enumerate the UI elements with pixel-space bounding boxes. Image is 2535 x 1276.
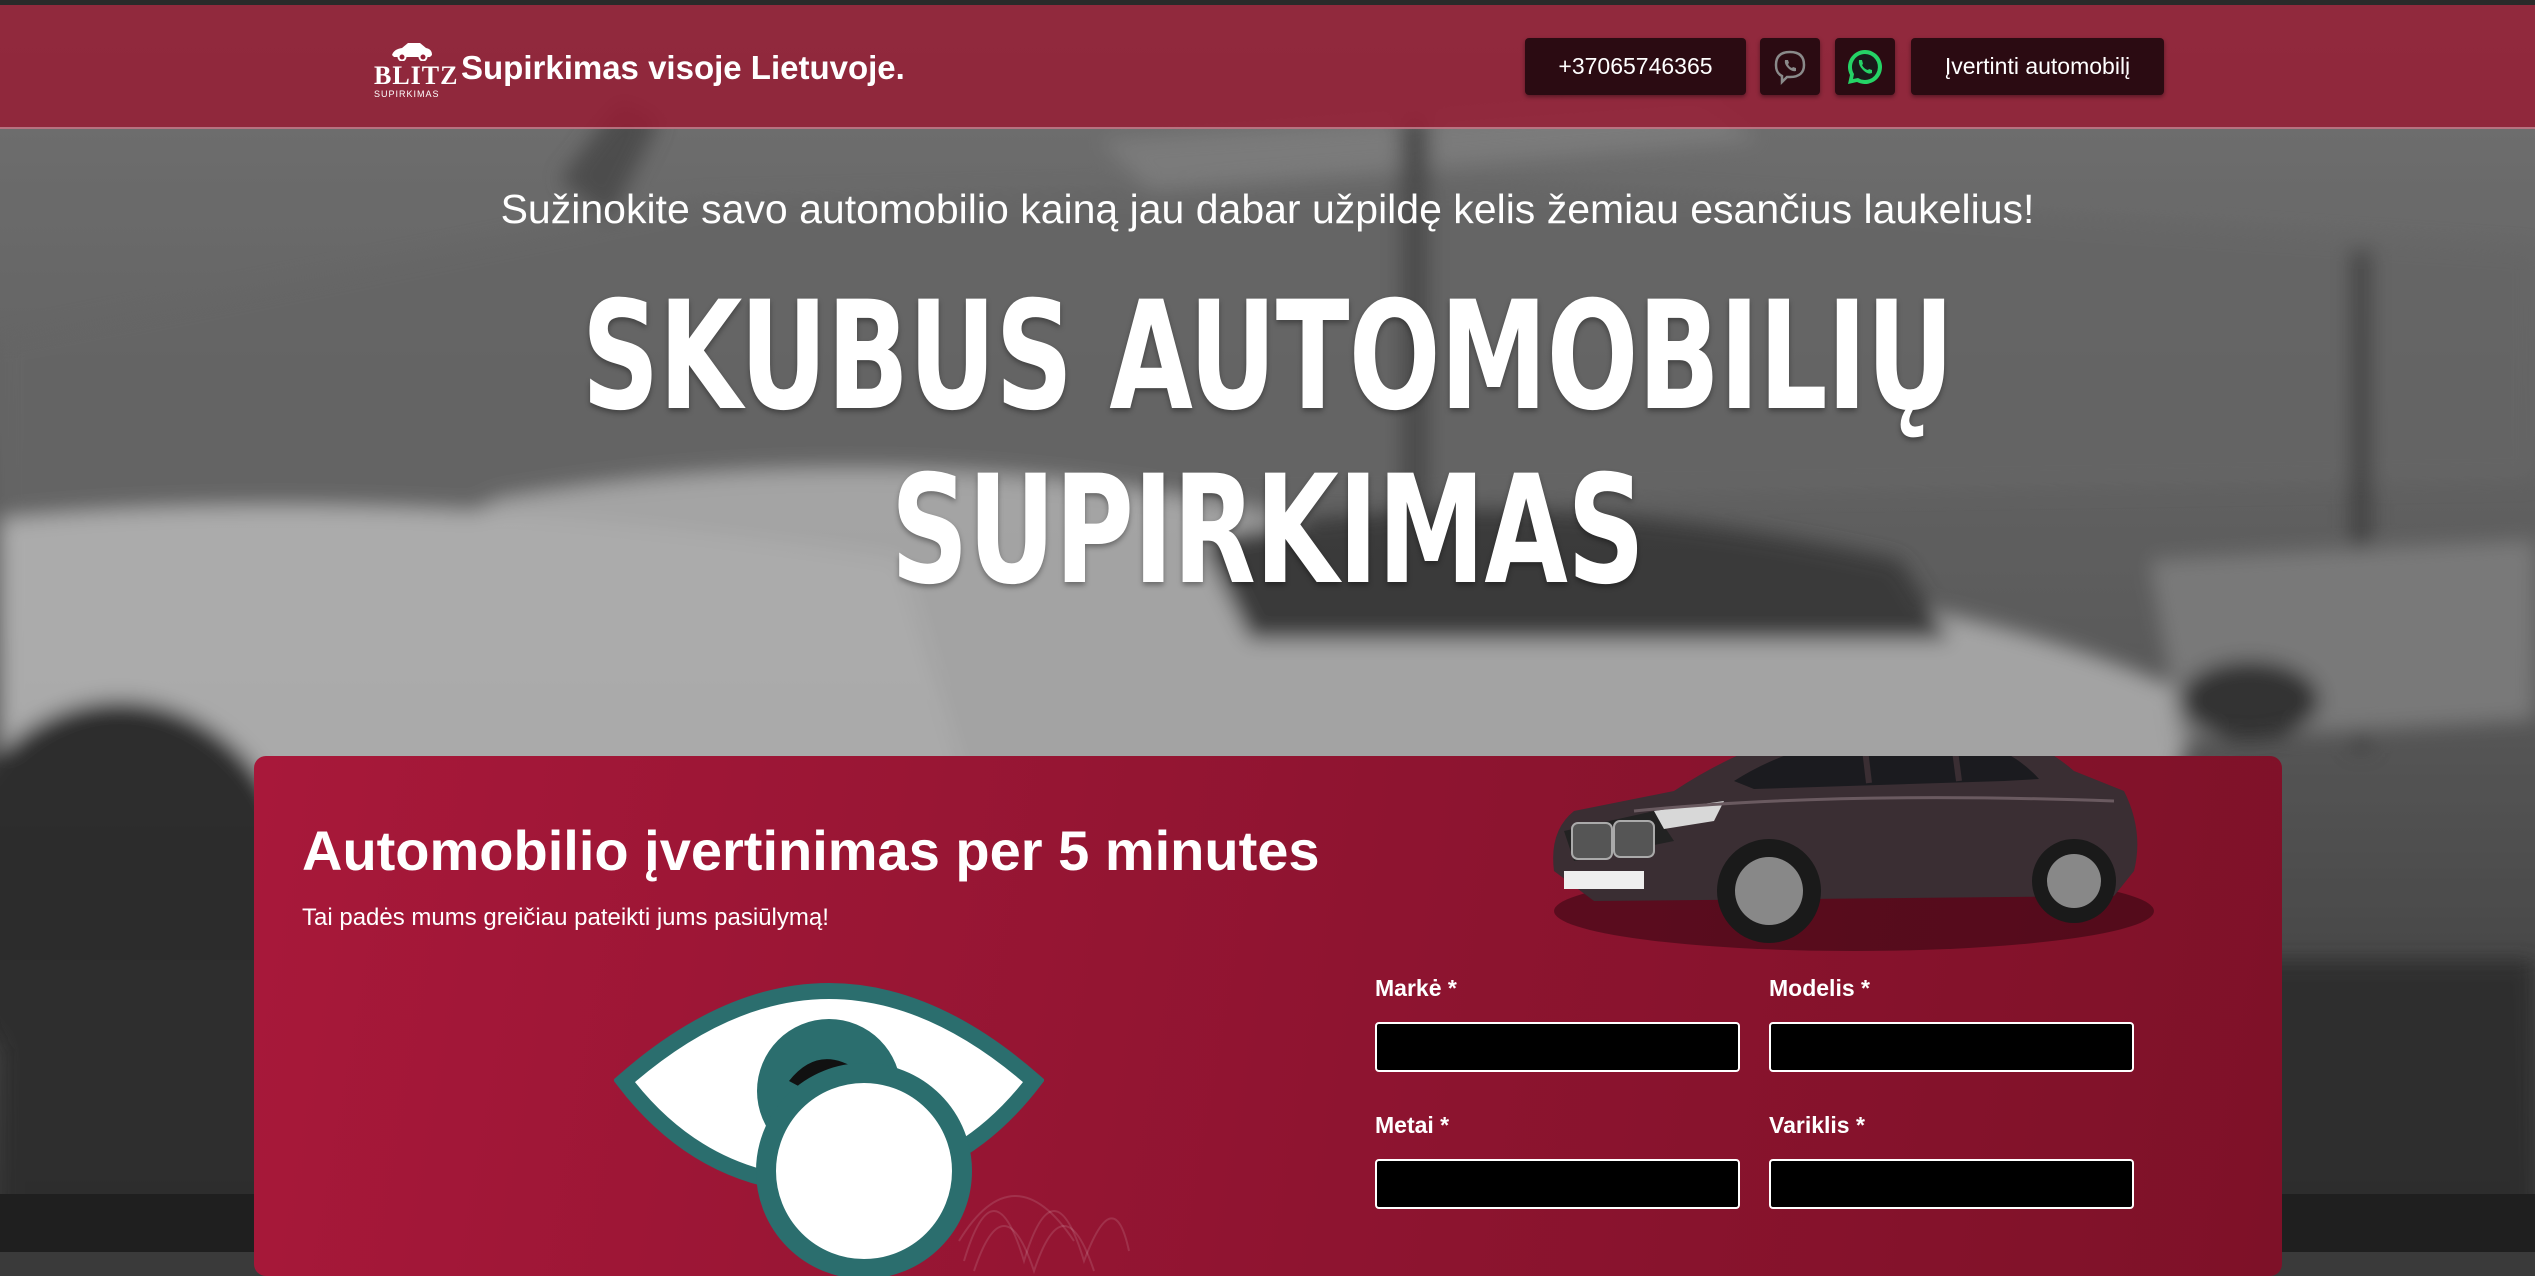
field-label-year: Metai * [1375, 1112, 1450, 1138]
header-tagline: Supirkimas visoje Lietuvoje. [461, 49, 905, 86]
evaluate-car-button[interactable]: Įvertinti automobilį [1911, 38, 2164, 95]
whatsapp-button[interactable] [1835, 38, 1895, 95]
site-logo[interactable]: BLITZ SUPIRKIMAS [372, 39, 458, 99]
year-input[interactable] [1375, 1159, 1740, 1209]
phone-button[interactable]: +37065746365 [1525, 38, 1746, 95]
viber-icon [1774, 50, 1806, 85]
engine-input[interactable] [1769, 1159, 2134, 1209]
model-input[interactable] [1769, 1022, 2134, 1072]
car-image [1553, 756, 2154, 951]
make-input[interactable] [1375, 1022, 1740, 1072]
evaluation-form-card: Automobilio įvertinimas per 5 minutes Ta… [254, 756, 2282, 1276]
site-header: BLITZ SUPIRKIMAS Supirkimas visoje Lietu… [0, 5, 2535, 129]
logo-brand-text: BLITZ [374, 61, 459, 90]
hero-title: SKUBUS AUTOMOBILIŲ SUPIRKIMAS [581, 270, 1954, 618]
field-label-model: Modelis * [1769, 975, 1870, 1001]
logo-car-icon [392, 43, 432, 61]
whatsapp-icon [1848, 49, 1882, 84]
field-label-make: Markė * [1375, 975, 1457, 1001]
viber-button[interactable] [1760, 38, 1820, 95]
form-title: Automobilio įvertinimas per 5 minutes [302, 819, 1320, 882]
hero-subtitle: Sužinokite savo automobilio kainą jau da… [500, 186, 2035, 232]
field-label-engine: Variklis * [1769, 1112, 1865, 1138]
logo-sub-text: SUPIRKIMAS [374, 89, 440, 99]
form-subtitle: Tai padės mums greičiau pateikti jums pa… [302, 904, 829, 931]
decorative-texture [958, 1195, 1130, 1275]
